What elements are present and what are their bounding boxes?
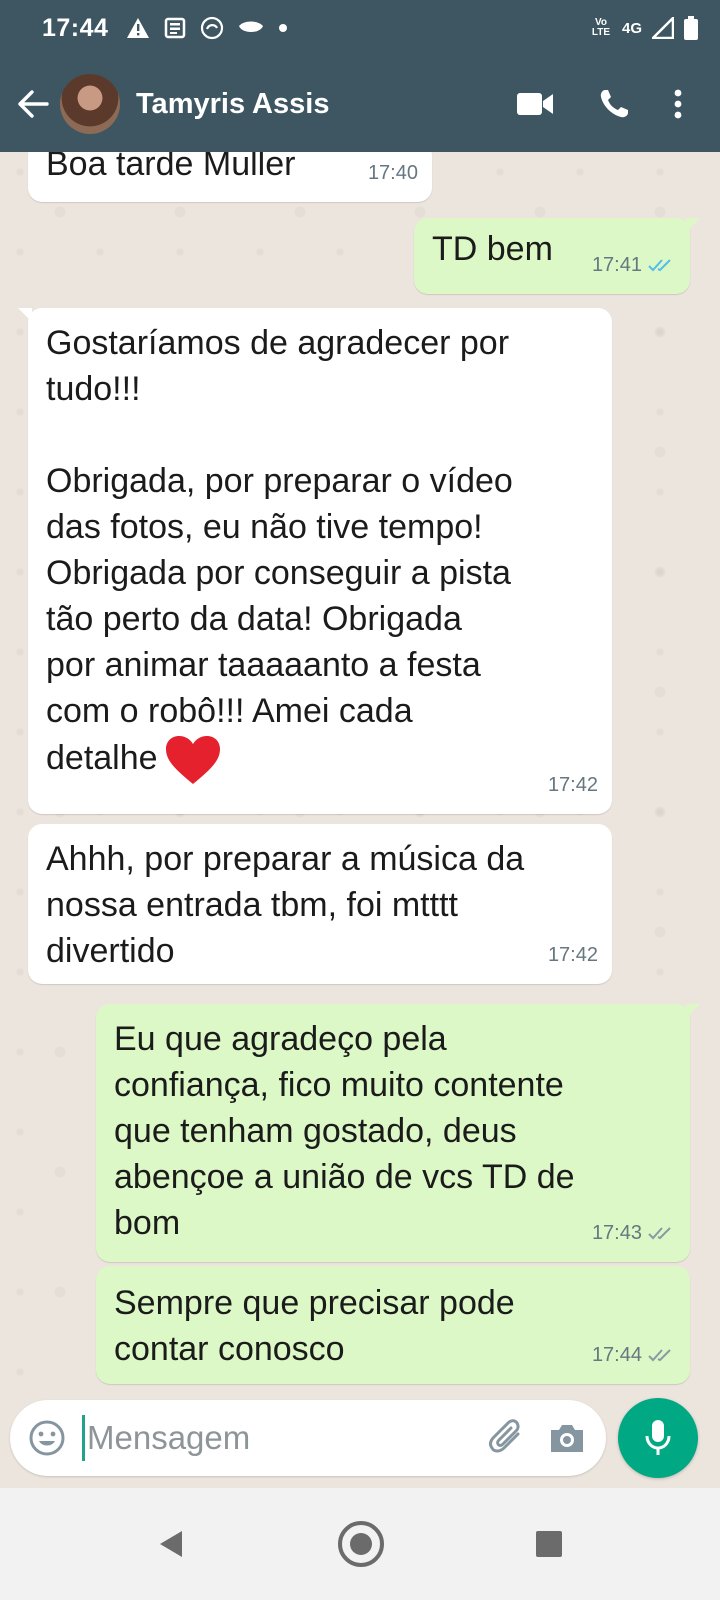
message-text: Ahhh, por preparar a música da nossa ent… — [46, 840, 525, 970]
mic-button[interactable] — [618, 1398, 698, 1478]
message-bubble[interactable]: Ahhh, por preparar a música da nossa ent… — [28, 824, 612, 984]
message-bubble[interactable]: Boa tarde Muller 17:40 — [28, 152, 432, 202]
back-button[interactable] — [8, 74, 58, 134]
signal-icon — [652, 17, 674, 39]
message-time: 17:40 — [367, 162, 418, 184]
mic-icon — [645, 1420, 671, 1455]
video-call-icon[interactable] — [516, 91, 554, 117]
message-time: 17:43 — [591, 1222, 642, 1244]
status-bar: 17:44 Vo LTE 4G — [0, 0, 720, 56]
message-bubble[interactable]: Gostaríamos de agradecer por tudo!!! Obr… — [18, 308, 612, 814]
read-ticks-icon — [648, 259, 671, 272]
nav-home-icon[interactable] — [337, 1520, 385, 1568]
message-composer: Mensagem — [10, 1400, 606, 1476]
battery-icon — [684, 16, 698, 40]
bubble-tail — [18, 308, 32, 322]
phone-icon[interactable] — [598, 88, 630, 120]
text-cursor — [82, 1415, 85, 1461]
bubble-tail — [686, 218, 700, 232]
message-bubble[interactable]: Sempre que precisar pode contar conosco … — [96, 1266, 690, 1384]
message-bubble[interactable]: Eu que agradeço pela confiança, fico mui… — [96, 1004, 700, 1262]
message-time: 17:42 — [547, 944, 598, 966]
sync-icon — [201, 16, 224, 40]
more-vert-icon[interactable] — [674, 89, 682, 119]
bubble-tail — [686, 1004, 700, 1018]
contact-name[interactable]: Tamyris Assis — [136, 88, 329, 121]
message-meta: 17:43 — [592, 1210, 676, 1256]
message-text: Eu que agradeço pela confiança, fico mui… — [114, 1020, 575, 1242]
red-heart-icon — [165, 736, 220, 784]
system-nav-bar — [0, 1488, 720, 1600]
message-input[interactable]: Mensagem — [87, 1419, 488, 1457]
message-bubble[interactable]: TD bem 17:41 — [414, 218, 700, 294]
status-right: Vo LTE 4G — [590, 16, 698, 40]
message-text: Boa tarde Muller — [46, 152, 296, 183]
status-time: 17:44 — [42, 13, 109, 42]
avatar[interactable] — [60, 74, 120, 134]
camera-icon[interactable] — [548, 1422, 586, 1454]
back-arrow-icon — [18, 90, 49, 118]
warning-icon — [127, 18, 150, 38]
message-meta: 17:40 — [368, 152, 418, 196]
message-time: 17:42 — [547, 774, 598, 796]
message-time: 17:44 — [591, 1344, 642, 1366]
emoji-icon[interactable] — [28, 1419, 66, 1457]
message-meta: 17:44 — [592, 1332, 676, 1378]
dot-icon — [279, 24, 288, 32]
message-time: 17:41 — [591, 254, 642, 276]
message-meta: 17:42 — [548, 762, 598, 808]
mask-icon — [239, 21, 264, 32]
delivered-ticks-icon — [648, 1227, 671, 1240]
delivered-ticks-icon — [648, 1349, 671, 1362]
chat-header: Tamyris Assis — [0, 56, 720, 152]
nav-back-icon[interactable] — [157, 1529, 187, 1559]
chat-area[interactable]: Boa tarde Muller 17:40 TD bem 17:41 Gost… — [0, 152, 720, 1410]
news-icon — [165, 17, 186, 39]
nav-recents-icon[interactable] — [535, 1530, 563, 1558]
message-body: Gostaríamos de agradecer por tudo!!! Obr… — [46, 324, 513, 777]
network-label: 4G — [621, 19, 642, 37]
message-meta: 17:42 — [548, 932, 598, 978]
header-actions — [516, 88, 682, 120]
notification-icons — [126, 16, 288, 40]
message-text: Gostaríamos de agradecer por tudo!!! Obr… — [46, 320, 594, 786]
message-text: Sempre que precisar pode contar conosco — [114, 1284, 515, 1368]
message-meta: 17:41 — [592, 242, 676, 288]
volte-label: Vo LTE — [591, 17, 611, 38]
attach-icon[interactable] — [488, 1418, 526, 1458]
